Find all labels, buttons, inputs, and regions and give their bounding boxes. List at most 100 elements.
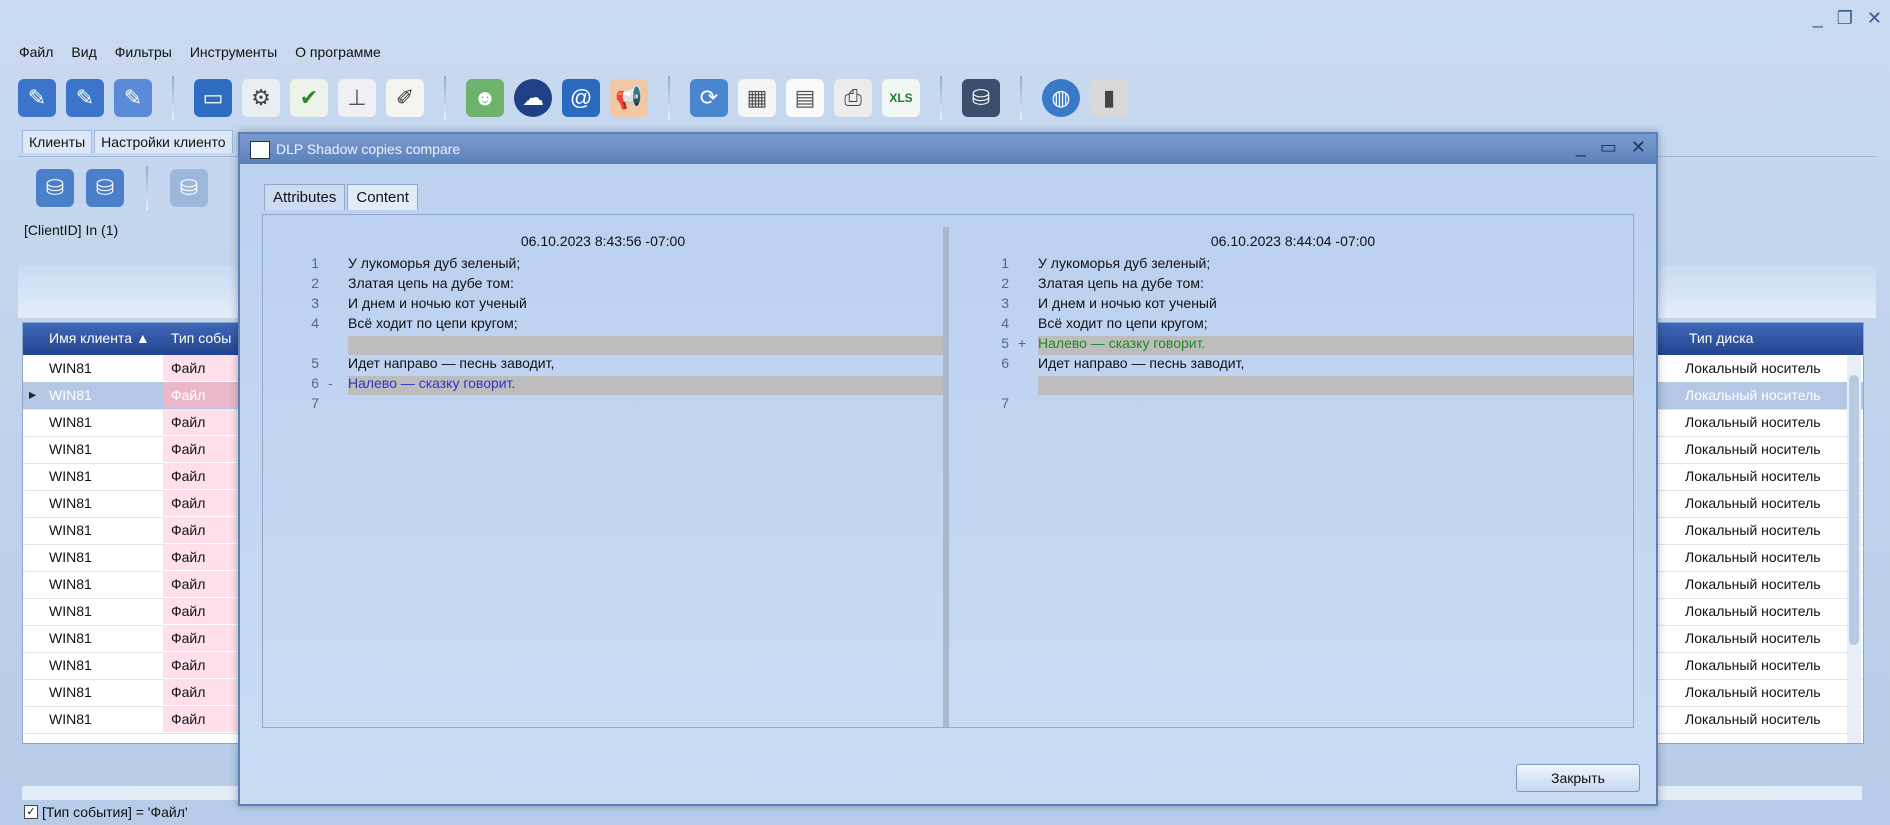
- printer-icon[interactable]: ⎙: [834, 79, 872, 117]
- cell-event-type-text: Файл: [171, 657, 206, 673]
- column-header-disk-type[interactable]: Тип диска: [1689, 330, 1753, 346]
- cell-disk-type: Локальный носитель: [1685, 414, 1821, 430]
- dialog-title: DLP Shadow copies compare: [276, 141, 461, 157]
- line-text: И днем и ночью кот ученый: [348, 295, 527, 311]
- note-icon[interactable]: ✐: [386, 79, 424, 117]
- cell-client: WIN81: [49, 360, 92, 376]
- cell-client: WIN81: [49, 603, 92, 619]
- close-icon[interactable]: ✕: [1867, 8, 1882, 29]
- close-icon[interactable]: ✕: [1631, 137, 1646, 158]
- menu-tools[interactable]: Инструменты: [181, 44, 286, 60]
- line-text: У лукоморья дуб зеленый;: [1038, 255, 1211, 271]
- compare-dialog: DLP Shadow copies compare _ ▭ ✕ Attribut…: [238, 132, 1658, 806]
- filter-checkbox[interactable]: ✓: [24, 805, 38, 819]
- db-dropdown-icon[interactable]: ⛁: [170, 169, 208, 207]
- xls-icon[interactable]: XLS: [882, 79, 920, 117]
- secondary-toolbar: ⛁ ⛁ ⛁: [36, 166, 208, 210]
- pane-splitter[interactable]: [943, 227, 949, 727]
- db-edit-icon[interactable]: ⛁: [36, 169, 74, 207]
- settings-doc-icon[interactable]: ⚙: [242, 79, 280, 117]
- script-icon[interactable]: ✎: [18, 79, 56, 117]
- diff-line: 5 + Налево — сказку говорит.: [953, 335, 1633, 355]
- line-number: 5: [311, 355, 319, 371]
- restore-icon[interactable]: ❐: [1837, 8, 1853, 29]
- close-button[interactable]: Закрыть: [1516, 764, 1640, 792]
- line-number: 3: [1001, 295, 1009, 311]
- cell-client: WIN81: [49, 414, 92, 430]
- cell-event-type-text: Файл: [171, 414, 206, 430]
- users-icon[interactable]: ☻: [466, 79, 504, 117]
- cell-disk-type: Локальный носитель: [1685, 387, 1821, 403]
- document-icon[interactable]: ▤: [786, 79, 824, 117]
- menu-about[interactable]: О программе: [286, 44, 390, 60]
- menu-view[interactable]: Вид: [62, 44, 105, 60]
- tab-clients[interactable]: Клиенты: [22, 130, 93, 153]
- diff-line: 5 Идет направо — песнь заводит,: [263, 355, 943, 375]
- cell-disk-type: Локальный носитель: [1685, 630, 1821, 646]
- cell-disk-type: Локальный носитель: [1685, 468, 1821, 484]
- cell-client: WIN81: [49, 441, 92, 457]
- cell-client: WIN81: [49, 657, 92, 673]
- tab-attributes[interactable]: Attributes: [264, 184, 346, 210]
- usb-icon[interactable]: ▮: [1090, 79, 1128, 117]
- cloud-mask-icon[interactable]: ☁: [514, 79, 552, 117]
- diff-line: 3 И днем и ночью кот ученый: [953, 295, 1633, 315]
- left-diff-pane: 06.10.2023 8:43:56 -07:00 1 У лукоморья д…: [263, 233, 943, 723]
- tab-client-settings[interactable]: Настройки клиенто: [94, 130, 233, 153]
- address-book-icon[interactable]: @: [562, 79, 600, 117]
- content-panel: 06.10.2023 8:43:56 -07:00 1 У лукоморья д…: [262, 214, 1634, 728]
- cell-client: WIN81: [49, 522, 92, 538]
- app-icon: [250, 141, 270, 159]
- cell-event-type-text: Файл: [171, 630, 206, 646]
- toolbar-separator: [668, 76, 670, 120]
- minimize-icon[interactable]: _: [1813, 8, 1823, 29]
- cell-disk-type: Локальный носитель: [1685, 549, 1821, 565]
- diff-line: 3 И днем и ночью кот ученый: [263, 295, 943, 315]
- cell-event-type-text: Файл: [171, 684, 206, 700]
- menu-file[interactable]: Файл: [10, 44, 62, 60]
- vertical-scrollbar[interactable]: [1847, 355, 1861, 743]
- dialog-titlebar: DLP Shadow copies compare _ ▭ ✕: [240, 134, 1656, 164]
- diff-marker: +: [1018, 335, 1027, 351]
- db-remove-icon[interactable]: ⛁: [86, 169, 124, 207]
- line-number: 7: [311, 395, 319, 411]
- globe-icon[interactable]: ◍: [1042, 79, 1080, 117]
- maximize-icon[interactable]: ▭: [1600, 137, 1617, 158]
- cell-event-type-text: Файл: [171, 468, 206, 484]
- line-number: 6: [1001, 355, 1009, 371]
- checklist-icon[interactable]: ✔: [290, 79, 328, 117]
- row-indicator-icon: ▸: [29, 386, 37, 402]
- monitor-icon[interactable]: ▭: [194, 79, 232, 117]
- cell-client: WIN81: [49, 549, 92, 565]
- network-icon[interactable]: ⊥: [338, 79, 376, 117]
- megaphone-icon[interactable]: 📢: [610, 79, 648, 117]
- column-header-event-type[interactable]: Тип собы: [171, 330, 231, 346]
- refresh-icon[interactable]: ⟳: [690, 79, 728, 117]
- scroll-thumb[interactable]: [1849, 375, 1859, 645]
- script-lock-icon[interactable]: ✎: [66, 79, 104, 117]
- cell-event-type-text: Файл: [171, 387, 206, 403]
- toolbar-separator: [444, 76, 446, 120]
- cell-client: WIN81: [49, 711, 92, 727]
- database-icon[interactable]: ⛁: [962, 79, 1000, 117]
- line-text: Златая цепь на дубе том:: [1038, 275, 1204, 291]
- right-diff-pane: 06.10.2023 8:44:04 -07:00 1 У лукоморья д…: [953, 233, 1633, 723]
- cell-client: WIN81: [49, 468, 92, 484]
- minimize-icon[interactable]: _: [1576, 137, 1586, 158]
- tab-content[interactable]: Content: [347, 184, 418, 210]
- menu-filters[interactable]: Фильтры: [106, 44, 181, 60]
- cell-event-type-text: Файл: [171, 711, 206, 727]
- line-number: 2: [1001, 275, 1009, 291]
- column-header-client[interactable]: Имя клиента ▲: [49, 330, 150, 346]
- line-text: Златая цепь на дубе том:: [348, 275, 514, 291]
- table-icon[interactable]: ▦: [738, 79, 776, 117]
- diff-line: [953, 375, 1633, 395]
- cell-client: WIN81: [49, 495, 92, 511]
- status-bar: ✓ [Тип события] = 'Файл': [24, 804, 188, 820]
- line-text: Всё ходит по цепи кругом;: [1038, 315, 1208, 331]
- scripts-icon[interactable]: ✎: [114, 79, 152, 117]
- line-text: Налево — сказку говорит.: [348, 375, 516, 391]
- menubar: Файл Вид Фильтры Инструменты О программе: [10, 44, 390, 60]
- cell-disk-type: Локальный носитель: [1685, 360, 1821, 376]
- cell-event-type-text: Файл: [171, 522, 206, 538]
